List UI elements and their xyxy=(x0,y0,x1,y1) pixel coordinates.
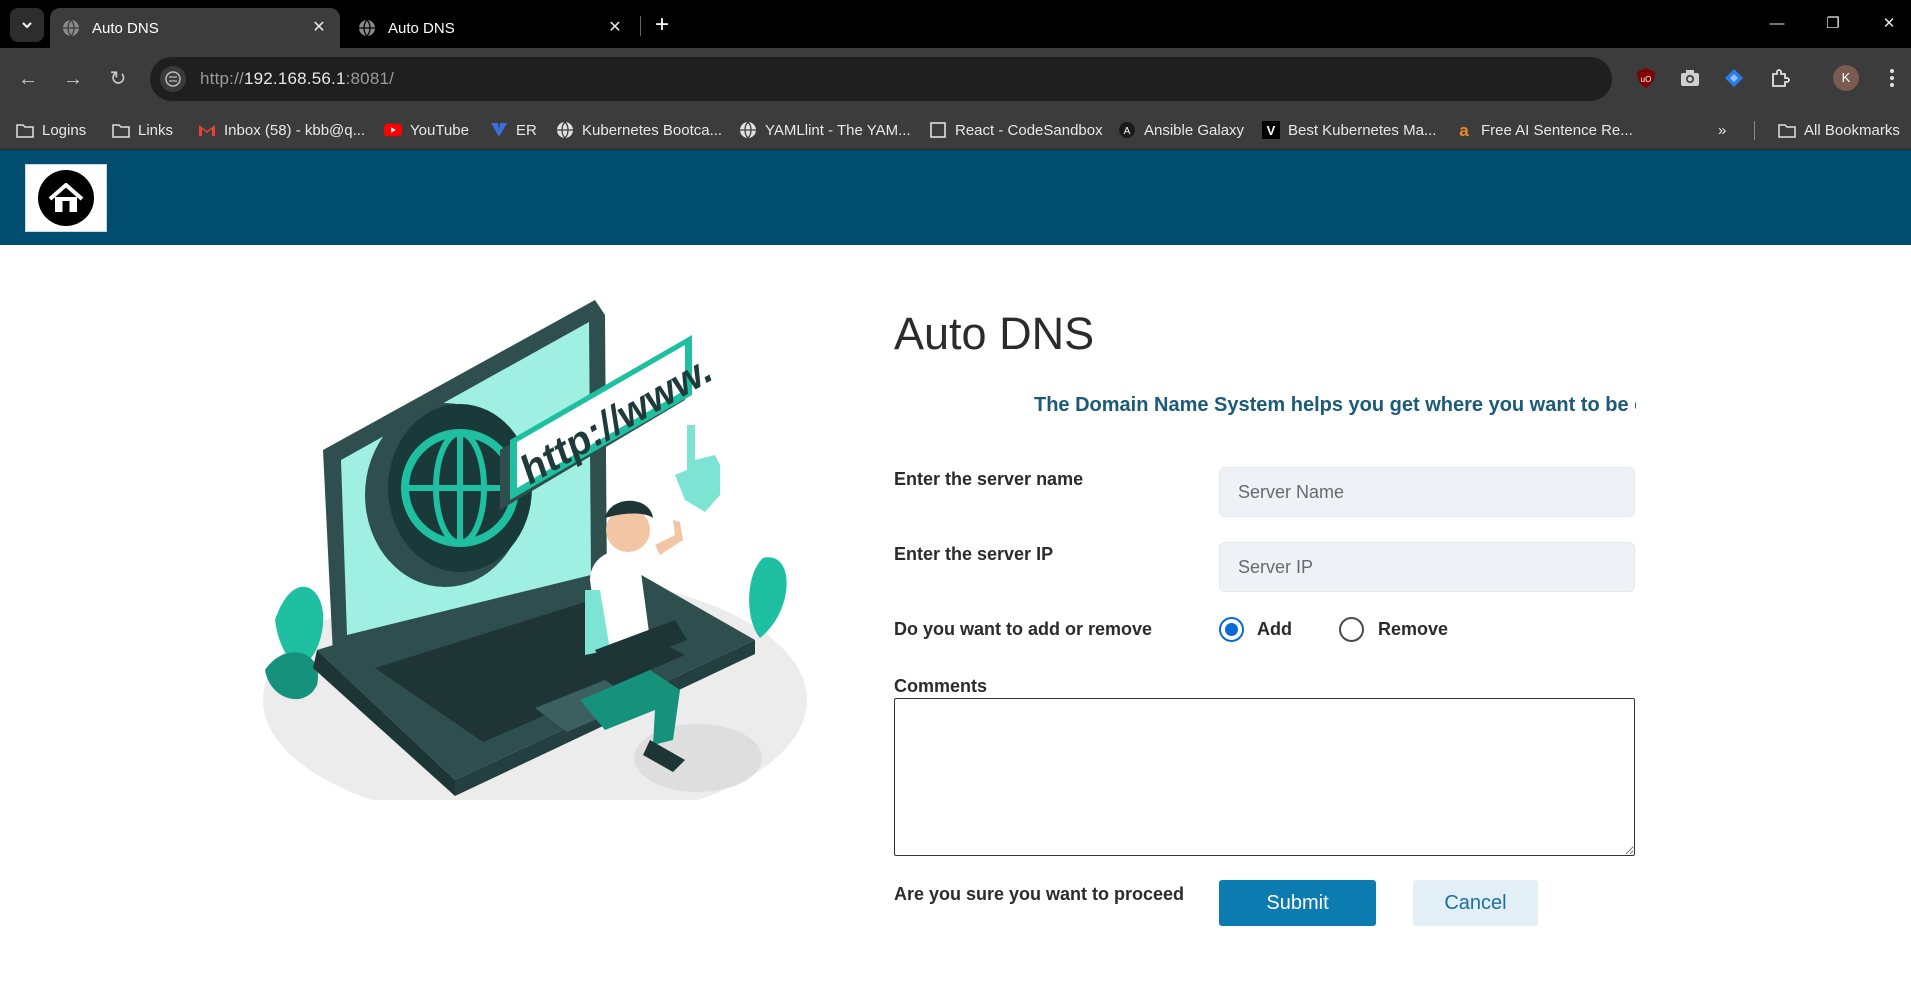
back-button[interactable]: ← xyxy=(10,61,46,97)
v-icon: V xyxy=(1262,121,1280,139)
comments-label: Comments xyxy=(894,676,988,696)
globe-icon xyxy=(556,121,574,139)
site-info-icon[interactable] xyxy=(160,66,186,92)
ansible-icon: A xyxy=(1118,121,1136,139)
bookmark-inbox[interactable]: Inbox (58) - kbb@q... xyxy=(198,118,365,142)
globe-icon xyxy=(63,19,79,37)
camera-icon[interactable] xyxy=(1676,64,1704,92)
youtube-icon xyxy=(384,121,402,139)
bookmark-yamllint[interactable]: YAMLlint - The YAM... xyxy=(739,118,911,142)
server-name-label: Enter the server name xyxy=(894,469,1084,489)
a-icon: a xyxy=(1455,121,1473,139)
comments-textarea[interactable] xyxy=(894,698,1635,856)
globe-icon xyxy=(401,429,519,547)
svg-text:V: V xyxy=(1267,123,1276,138)
bookmark-best-kubernetes[interactable]: V Best Kubernetes Ma... xyxy=(1262,118,1436,142)
remove-radio[interactable] xyxy=(1339,617,1364,642)
tab-search-button[interactable] xyxy=(10,8,44,42)
bookmark-label: Free AI Sentence Re... xyxy=(1481,121,1633,139)
bookmark-label: ER xyxy=(516,121,537,139)
server-ip-input[interactable] xyxy=(1219,542,1635,592)
bookmark-youtube[interactable]: YouTube xyxy=(384,118,469,142)
ublock-icon[interactable]: uO xyxy=(1632,64,1660,92)
browser-tab-bar: Auto DNS ✕ Auto DNS ✕ + — ❐ ✕ xyxy=(0,0,1911,48)
proceed-label: Are you sure you want to proceed xyxy=(894,884,1185,904)
bookmark-label: Ansible Galaxy xyxy=(1144,121,1245,139)
close-window-button[interactable]: ✕ xyxy=(1869,8,1909,40)
submit-button[interactable]: Submit xyxy=(1219,880,1376,926)
codesandbox-icon xyxy=(929,121,947,139)
server-name-input[interactable] xyxy=(1219,467,1635,517)
bookmark-kubernetes-bootcamp[interactable]: Kubernetes Bootca... xyxy=(556,118,722,142)
minimize-button[interactable]: — xyxy=(1757,8,1797,40)
add-remove-label: Do you want to add or remove xyxy=(894,619,1153,639)
tab-auto-dns-2[interactable]: Auto DNS ✕ xyxy=(346,8,636,48)
bookmark-links[interactable]: Links xyxy=(112,118,173,142)
bookmark-label: Best Kubernetes Ma... xyxy=(1288,121,1437,139)
url-text: http://192.168.56.1:8081/ xyxy=(200,69,395,88)
marquee-text: The Domain Name System helps you get whe… xyxy=(1034,394,1636,416)
svg-text:A: A xyxy=(1124,126,1131,137)
bookmark-free-ai-sentence[interactable]: a Free AI Sentence Re... xyxy=(1455,118,1633,142)
add-radio-label[interactable]: Add xyxy=(1257,619,1292,640)
bookmark-er[interactable]: ER xyxy=(490,118,537,142)
reload-button[interactable]: ↻ xyxy=(100,61,136,97)
folder-icon xyxy=(1778,121,1796,139)
restore-button[interactable]: ❐ xyxy=(1813,8,1853,40)
close-tab-icon[interactable]: ✕ xyxy=(606,19,624,37)
server-ip-label: Enter the server IP xyxy=(894,544,1054,564)
more-bookmarks-chevron-icon[interactable]: » xyxy=(1718,118,1726,142)
globe-icon xyxy=(359,19,375,37)
bookmark-label: Inbox (58) - kbb@q... xyxy=(224,121,366,139)
remove-radio-label[interactable]: Remove xyxy=(1378,619,1448,640)
browser-toolbar: ← → ↻ http://192.168.56.1:8081/ uO K xyxy=(0,48,1911,110)
bookmark-label: Kubernetes Bootca... xyxy=(582,121,723,139)
extensions-puzzle-icon[interactable] xyxy=(1766,64,1794,92)
page-title: Auto DNS xyxy=(894,308,1095,359)
globe-icon xyxy=(739,121,757,139)
bookmark-react-codesandbox[interactable]: React - CodeSandbox xyxy=(929,118,1103,142)
bookmark-logins[interactable]: Logins xyxy=(16,118,86,142)
bookmark-ansible-galaxy[interactable]: A Ansible Galaxy xyxy=(1118,118,1244,142)
bookmark-label: React - CodeSandbox xyxy=(955,121,1103,139)
home-logo-button[interactable] xyxy=(25,164,107,232)
gmail-icon xyxy=(198,121,216,139)
bookmarks-divider xyxy=(1754,121,1755,140)
er-icon xyxy=(490,121,508,139)
forward-button[interactable]: → xyxy=(55,61,91,97)
bookmark-label: All Bookmarks xyxy=(1804,121,1900,139)
address-bar[interactable]: http://192.168.56.1:8081/ xyxy=(150,57,1612,101)
dns-illustration: http://www. xyxy=(263,300,807,800)
cancel-button[interactable]: Cancel xyxy=(1413,880,1538,926)
diamond-extension-icon[interactable] xyxy=(1720,64,1748,92)
bookmark-label: Logins xyxy=(42,121,87,139)
cursor-hand-icon xyxy=(675,425,720,512)
bookmark-label: YAMLlint - The YAM... xyxy=(765,121,911,139)
new-tab-button[interactable]: + xyxy=(648,12,676,40)
add-radio[interactable] xyxy=(1219,617,1244,642)
bookmarks-bar: Logins Links Inbox (58) - kbb@q... YouTu… xyxy=(0,110,1911,150)
chevron-down-icon xyxy=(22,22,32,29)
all-bookmarks-folder[interactable]: All Bookmarks xyxy=(1778,118,1900,142)
bookmark-label: Links xyxy=(138,121,174,139)
more-menu-icon[interactable] xyxy=(1878,64,1906,92)
bookmark-label: YouTube xyxy=(410,121,469,139)
site-header xyxy=(0,150,1911,245)
tab-title: Auto DNS xyxy=(92,19,159,37)
close-tab-icon[interactable]: ✕ xyxy=(310,19,328,37)
svg-text:a: a xyxy=(1459,121,1469,139)
folder-icon xyxy=(16,121,34,139)
home-icon xyxy=(38,170,94,226)
tab-divider xyxy=(640,16,641,36)
tab-title: Auto DNS xyxy=(388,19,455,37)
tab-auto-dns-1[interactable]: Auto DNS ✕ xyxy=(50,8,340,48)
folder-icon xyxy=(112,121,130,139)
marquee-banner: The Domain Name System helps you get whe… xyxy=(894,392,1636,422)
leaf-right xyxy=(749,557,787,638)
svg-text:uO: uO xyxy=(1641,75,1652,84)
profile-avatar[interactable]: K xyxy=(1833,65,1859,91)
